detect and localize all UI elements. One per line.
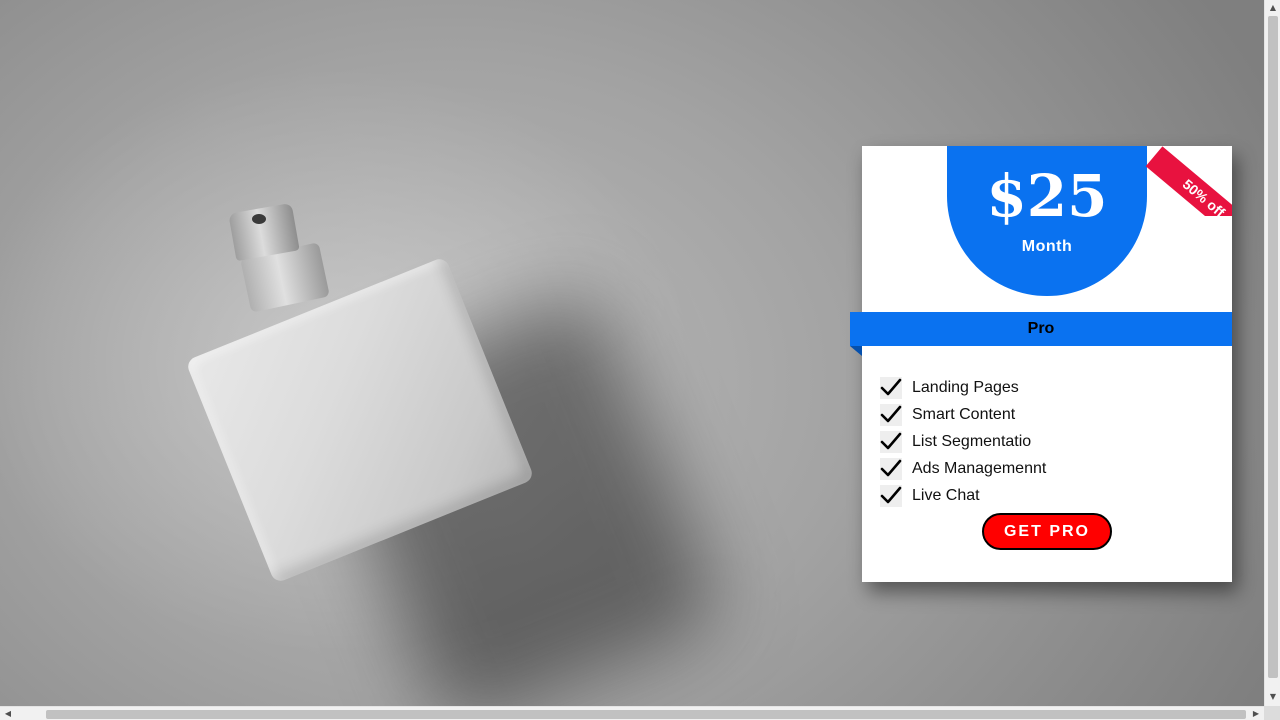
feature-item: Live Chat [880,482,1046,509]
plan-name: Pro [850,312,1232,346]
discount-ribbon-label: 50% off [1145,146,1232,216]
scroll-right-arrow[interactable]: ▶ [1250,709,1262,719]
plan-band-fold [850,346,862,356]
price-amount: $25 [986,162,1108,230]
price-period: Month [1021,238,1073,255]
vertical-scrollbar[interactable]: ▲ ▼ [1264,0,1280,706]
checkmark-icon [880,376,902,399]
checkmark-icon [880,403,902,426]
page-viewport: $25 Month 50% off Pro Landing Pages Smar… [0,0,1264,706]
scroll-down-arrow[interactable]: ▼ [1267,692,1279,702]
scrollbar-corner [1264,706,1280,720]
scroll-left-arrow[interactable]: ◀ [2,709,14,719]
feature-label: Live Chat [912,486,980,504]
feature-label: Ads Managemennt [912,459,1047,477]
pricing-card: $25 Month 50% off Pro Landing Pages Smar… [850,146,1232,582]
price-badge: $25 Month [947,146,1147,296]
horizontal-scroll-thumb[interactable] [46,710,1246,719]
feature-item: Landing Pages [880,374,1046,401]
discount-ribbon: 50% off [1144,146,1232,216]
feature-label: List Segmentatio [912,432,1032,450]
feature-item: Smart Content [880,401,1046,428]
bottle-nozzle [252,214,266,224]
feature-list: Landing Pages Smart Content List Segment… [880,374,1046,509]
scroll-up-arrow[interactable]: ▲ [1267,3,1279,13]
feature-item: List Segmentatio [880,428,1046,455]
horizontal-scrollbar[interactable]: ◀ ▶ [0,706,1264,720]
get-pro-button[interactable]: GET PRO [982,513,1112,550]
checkmark-icon [880,430,902,453]
feature-item: Ads Managemennt [880,455,1046,482]
checkmark-icon [880,457,902,480]
feature-label: Landing Pages [912,378,1019,396]
vertical-scroll-thumb[interactable] [1268,16,1278,678]
checkmark-icon [880,484,902,507]
perfume-bottle-image [120,170,727,706]
feature-label: Smart Content [912,405,1016,423]
